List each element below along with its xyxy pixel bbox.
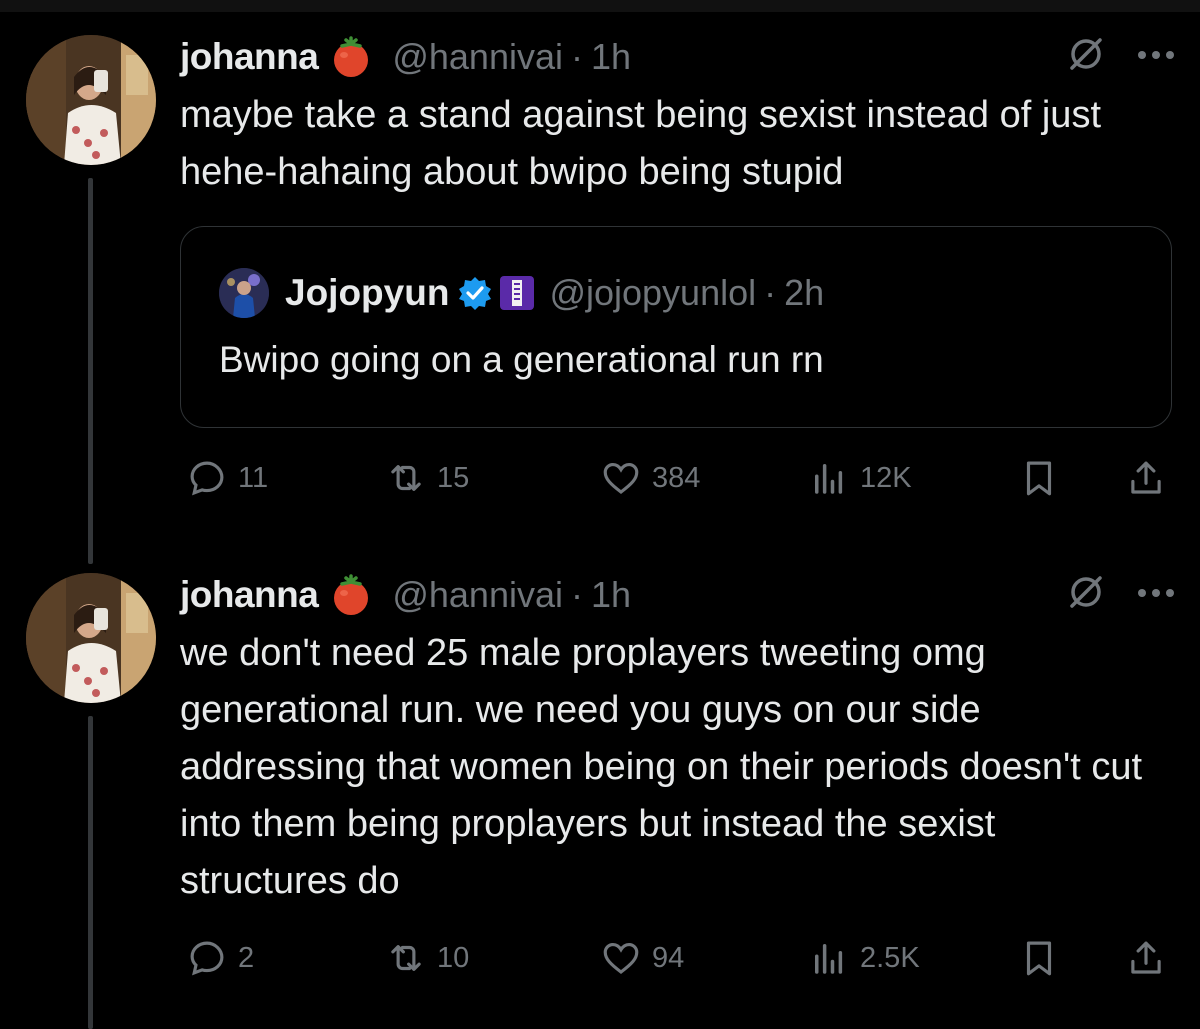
tweet-text: we don't need 25 male proplayers tweetin… (180, 632, 1143, 902)
quoted-tweet[interactable]: Jojopyun @jojopyunlol · 2h Bwipo going o… (180, 226, 1172, 428)
reply-icon (190, 461, 224, 496)
share-icon (1131, 941, 1161, 974)
more-options-icon[interactable] (1136, 48, 1176, 66)
quote-text: Bwipo going on a generational run rn (219, 339, 824, 380)
repost-icon (391, 465, 421, 491)
share-button[interactable] (1125, 933, 1167, 983)
quote-author-name[interactable]: Jojopyun (285, 272, 449, 314)
share-icon (1131, 461, 1161, 494)
tweet-header: johanna @hannivai · 1h (180, 32, 631, 82)
separator: · (764, 272, 777, 313)
action-bar: 11 15 384 12K (180, 453, 1170, 503)
repost-icon (391, 945, 421, 971)
tweet-controls (1066, 34, 1176, 79)
share-button[interactable] (1125, 453, 1167, 503)
reply-icon (190, 941, 224, 976)
reply-count: 11 (238, 461, 269, 494)
thread-line (88, 716, 93, 1029)
quote-avatar[interactable] (219, 268, 269, 318)
views-count: 2.5K (860, 941, 920, 974)
separator: · (571, 574, 583, 615)
separator: · (571, 36, 583, 77)
author-handle[interactable]: @hannivai (392, 574, 563, 616)
bookmark-button[interactable] (1018, 933, 1060, 983)
tweet-controls (1066, 572, 1176, 617)
like-count: 384 (652, 461, 701, 494)
author-name[interactable]: johanna (180, 36, 319, 78)
heart-icon (603, 462, 639, 494)
tomato-emoji-icon (330, 574, 372, 616)
grok-icon[interactable] (1066, 572, 1106, 617)
thread-line (88, 178, 93, 564)
avatar[interactable] (26, 573, 156, 703)
tweet-header: johanna @hannivai · 1h (180, 570, 631, 620)
action-bar: 2 10 94 2.5K (180, 933, 1170, 983)
views-button[interactable]: 12K (808, 453, 912, 503)
top-bar (0, 0, 1200, 12)
author-name[interactable]: johanna (180, 574, 319, 616)
timestamp[interactable]: 1h (591, 574, 631, 616)
views-icon (815, 464, 843, 494)
author-handle[interactable]: @hannivai (392, 36, 563, 78)
verified-badge-icon (457, 275, 493, 311)
heart-icon (603, 942, 639, 974)
quote-author-handle[interactable]: @jojopyunlol (549, 272, 756, 314)
more-options-icon[interactable] (1136, 586, 1176, 604)
like-count: 94 (652, 941, 685, 974)
avatar[interactable] (26, 35, 156, 165)
repost-button[interactable]: 15 (385, 453, 469, 503)
reply-count: 2 (238, 941, 255, 974)
quote-header: Jojopyun @jojopyunlol · 2h (219, 265, 824, 321)
views-icon (815, 944, 843, 974)
views-count: 12K (860, 461, 912, 494)
repost-count: 15 (437, 461, 470, 494)
repost-count: 10 (437, 941, 470, 974)
like-button[interactable]: 384 (600, 453, 700, 503)
grok-icon[interactable] (1066, 34, 1106, 79)
quote-timestamp[interactable]: 2h (784, 272, 824, 314)
tweet-text: maybe take a stand against being sexist … (180, 94, 1101, 193)
team-badge-icon (499, 275, 535, 311)
bookmark-icon (1026, 461, 1052, 496)
like-button[interactable]: 94 (600, 933, 684, 983)
timestamp[interactable]: 1h (591, 36, 631, 78)
reply-button[interactable]: 2 (186, 933, 254, 983)
views-button[interactable]: 2.5K (808, 933, 920, 983)
tomato-emoji-icon (330, 36, 372, 78)
bookmark-button[interactable] (1018, 453, 1060, 503)
repost-button[interactable]: 10 (385, 933, 469, 983)
bookmark-icon (1026, 941, 1052, 976)
reply-button[interactable]: 11 (186, 453, 268, 503)
